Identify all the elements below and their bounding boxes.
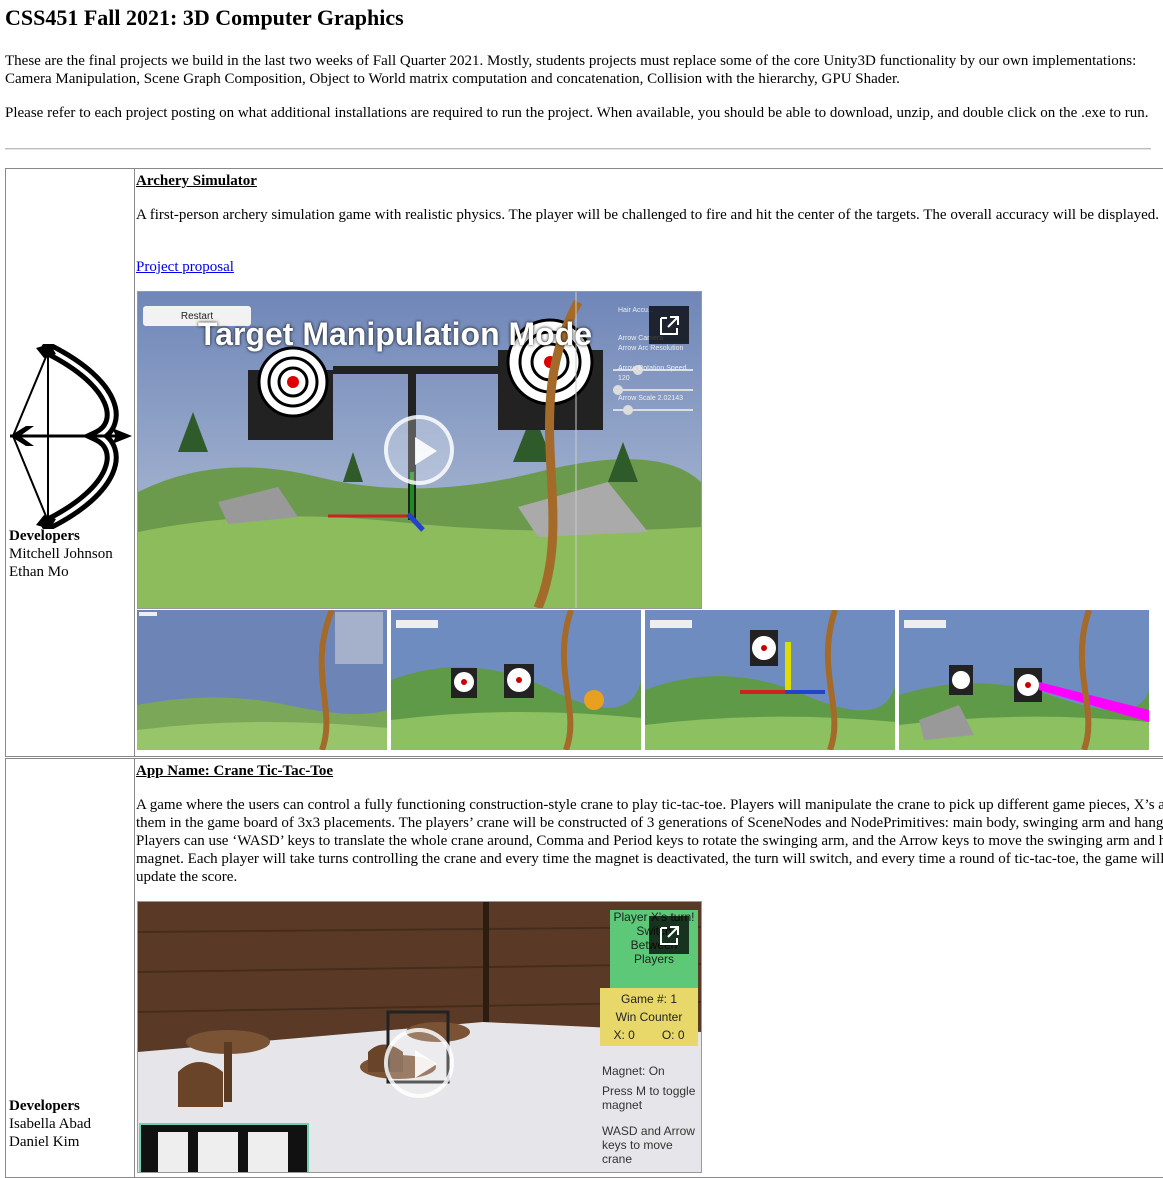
game-number: Game #: 1: [620, 992, 678, 1006]
score-x: X: 0: [613, 1028, 635, 1042]
magnet-status: Magnet: On: [602, 1064, 665, 1078]
open-external-button[interactable]: [649, 306, 689, 344]
thumbnail-image: [137, 610, 387, 750]
score-row: X: 0 O: 0: [600, 1026, 698, 1044]
screenshot-thumbnail[interactable]: [137, 610, 387, 750]
project-description-clip: A game where the users can control a ful…: [136, 796, 1163, 886]
project-2-side-cell: Developers Isabella Abad Daniel Kim: [5, 758, 135, 1178]
hud-line: Arrow Rotation Speed 120: [618, 365, 687, 382]
hud-line: Arrow Scale 2.02143: [618, 395, 683, 402]
project-description: A game where the users can control a ful…: [136, 797, 1163, 885]
help-panel: Magnet: On Press M to toggle magnet WASD…: [602, 1064, 698, 1166]
developer-name: Ethan Mo: [9, 564, 69, 580]
developers-block: Developers Isabella Abad Daniel Kim: [9, 1097, 91, 1151]
score-o: O: 0: [661, 1028, 685, 1042]
hud-line: Arrow Arc Resolution: [618, 345, 684, 352]
video-overlay-title: Target Manipulation Mode: [198, 316, 593, 352]
screenshot-thumbnail[interactable]: [645, 610, 895, 750]
developers-block: Developers Mitchell Johnson Ethan Mo: [9, 527, 113, 581]
open-external-icon: [660, 926, 679, 945]
play-button[interactable]: [384, 1028, 454, 1098]
screenshot-thumbnail[interactable]: [899, 610, 1149, 750]
video-player-crane[interactable]: Player X's turn! Switch Between Players …: [137, 901, 702, 1173]
screenshot-thumbnail[interactable]: [391, 610, 641, 750]
intro-paragraph-2: Please refer to each project posting on …: [5, 105, 1149, 121]
thumbnail-image: [645, 610, 895, 750]
developer-name: Mitchell Johnson: [9, 546, 113, 562]
move-hint: WASD and Arrow keys to move crane: [602, 1124, 695, 1166]
developers-label: Developers: [9, 1098, 80, 1114]
play-button[interactable]: [384, 415, 454, 485]
intro-paragraph-1: These are the final projects we build in…: [5, 53, 1137, 87]
win-counter-label: Win Counter: [615, 1010, 683, 1024]
thumbnail-image: [391, 610, 641, 750]
project-description: A first-person archery simulation game w…: [136, 207, 1159, 223]
divider: [5, 148, 1151, 150]
project-title: Archery Simulator: [136, 173, 257, 189]
developers-label: Developers: [9, 528, 80, 544]
developer-name: Daniel Kim: [9, 1134, 80, 1150]
switch-label: Players: [633, 952, 674, 966]
score-panel: Game #: 1 Win Counter X: 0 O: 0: [600, 990, 698, 1044]
project-title: App Name: Crane Tic-Tac-Toe: [136, 763, 334, 779]
project-proposal-link[interactable]: Project proposal: [136, 258, 234, 276]
developer-name: Isabella Abad: [9, 1116, 92, 1132]
thumbnail-image: [899, 610, 1149, 750]
toggle-hint: Press M to toggle magnet: [602, 1084, 696, 1112]
project-1-side-cell: Developers Mitchell Johnson Ethan Mo: [5, 168, 135, 757]
video-player-archery[interactable]: Restart Hair Accu... Arrow Camera Arrow …: [137, 291, 702, 609]
bow-and-arrow-icon: [10, 344, 132, 529]
page-title: CSS451 Fall 2021: 3D Computer Graphics: [5, 5, 404, 30]
open-external-button[interactable]: [649, 916, 689, 954]
open-external-icon: [660, 316, 679, 335]
